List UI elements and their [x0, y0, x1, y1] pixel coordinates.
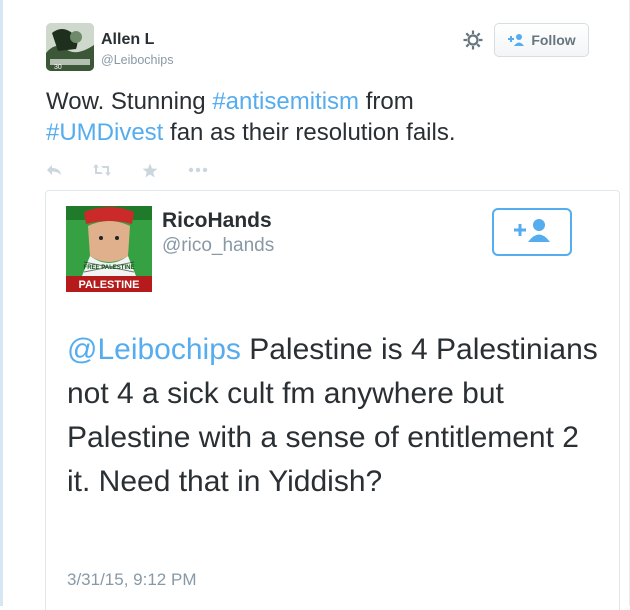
mention-link[interactable]: @Leibochips — [67, 333, 241, 366]
tweet-text: Wow. Stunning #antisemitism from #UMDives… — [46, 86, 546, 148]
hashtag-link[interactable]: #antisemitism — [212, 88, 359, 115]
avatar[interactable]: 30 — [46, 23, 94, 71]
favorite-icon[interactable] — [142, 163, 158, 178]
left-edge-bar — [0, 0, 3, 606]
follow-button[interactable]: Follow — [494, 23, 589, 57]
embedded-author-handle[interactable]: @rico_hands — [162, 235, 274, 257]
svg-text:30: 30 — [54, 64, 62, 71]
avatar-image-icon: 30 — [46, 23, 94, 71]
author-handle[interactable]: @Leibochips — [101, 53, 173, 67]
author-name[interactable]: Allen L — [101, 31, 154, 49]
add-user-icon — [512, 217, 552, 248]
embedded-author-name[interactable]: RicoHands — [162, 209, 272, 233]
retweet-icon[interactable] — [92, 163, 112, 177]
reply-icon[interactable] — [46, 163, 62, 177]
avatar-text-bottom: PALESTINE — [79, 279, 140, 291]
tweet-actions — [46, 160, 238, 180]
embedded-tweet-card[interactable]: FREE PALESTINE PALESTINE RicoHands @rico… — [45, 190, 620, 610]
timestamp[interactable]: 3/31/15, 9:12 PM — [67, 570, 196, 590]
gear-icon[interactable] — [462, 29, 484, 51]
tweet-text-part: Wow. Stunning — [46, 88, 213, 115]
follow-label: Follow — [531, 32, 576, 48]
tweet-text-part: from — [359, 88, 414, 115]
hashtag-link[interactable]: #UMDivest — [46, 119, 163, 146]
tweet-text-part: fan as their resolution fails. — [163, 119, 456, 146]
palestine-avatar-icon: FREE PALESTINE PALESTINE — [66, 206, 152, 292]
embedded-follow-button[interactable] — [492, 208, 572, 256]
more-icon[interactable] — [188, 167, 208, 173]
embedded-avatar[interactable]: FREE PALESTINE PALESTINE — [66, 206, 152, 292]
embedded-tweet-text: @Leibochips Palestine is 4 Palestinians … — [67, 328, 607, 504]
avatar-text-top: FREE PALESTINE — [84, 265, 135, 271]
add-user-icon — [507, 33, 525, 47]
